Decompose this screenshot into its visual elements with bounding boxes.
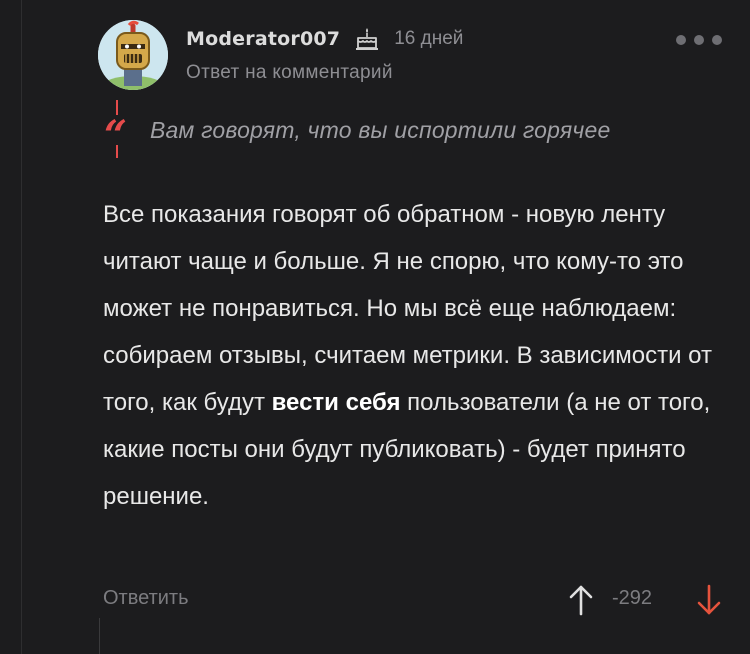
comment-text-part1: Все показания говорят об обратном - нову… bbox=[103, 201, 712, 416]
reply-context: Ответ на комментарий bbox=[186, 62, 393, 83]
comment-score: -292 bbox=[612, 587, 653, 609]
dot bbox=[694, 35, 704, 45]
thread-line bbox=[99, 618, 100, 654]
thread-line bbox=[21, 0, 22, 654]
comment-text-bold: вести себя bbox=[271, 389, 401, 416]
dot bbox=[676, 35, 686, 45]
arrow-down-icon[interactable] bbox=[696, 583, 722, 617]
dot bbox=[712, 35, 722, 45]
comment-timestamp: 16 дней bbox=[394, 28, 464, 49]
cake-icon bbox=[354, 26, 380, 52]
avatar[interactable] bbox=[98, 20, 168, 90]
reply-button[interactable]: Ответить bbox=[103, 587, 189, 610]
quote-icon: “ bbox=[104, 112, 128, 159]
author-row: Moderator007 16 дней bbox=[186, 24, 463, 54]
arrow-up-icon[interactable] bbox=[568, 583, 594, 617]
more-options-icon[interactable] bbox=[676, 31, 722, 49]
comment-paragraph: Все показания говорят об обратном - нову… bbox=[103, 191, 728, 520]
author-name[interactable]: Moderator007 bbox=[186, 28, 340, 50]
quoted-text: Вам говорят, что вы испортили горячее bbox=[150, 117, 611, 143]
comment-body: Все показания говорят об обратном - нову… bbox=[103, 191, 728, 520]
knight-avatar-icon bbox=[98, 20, 168, 90]
